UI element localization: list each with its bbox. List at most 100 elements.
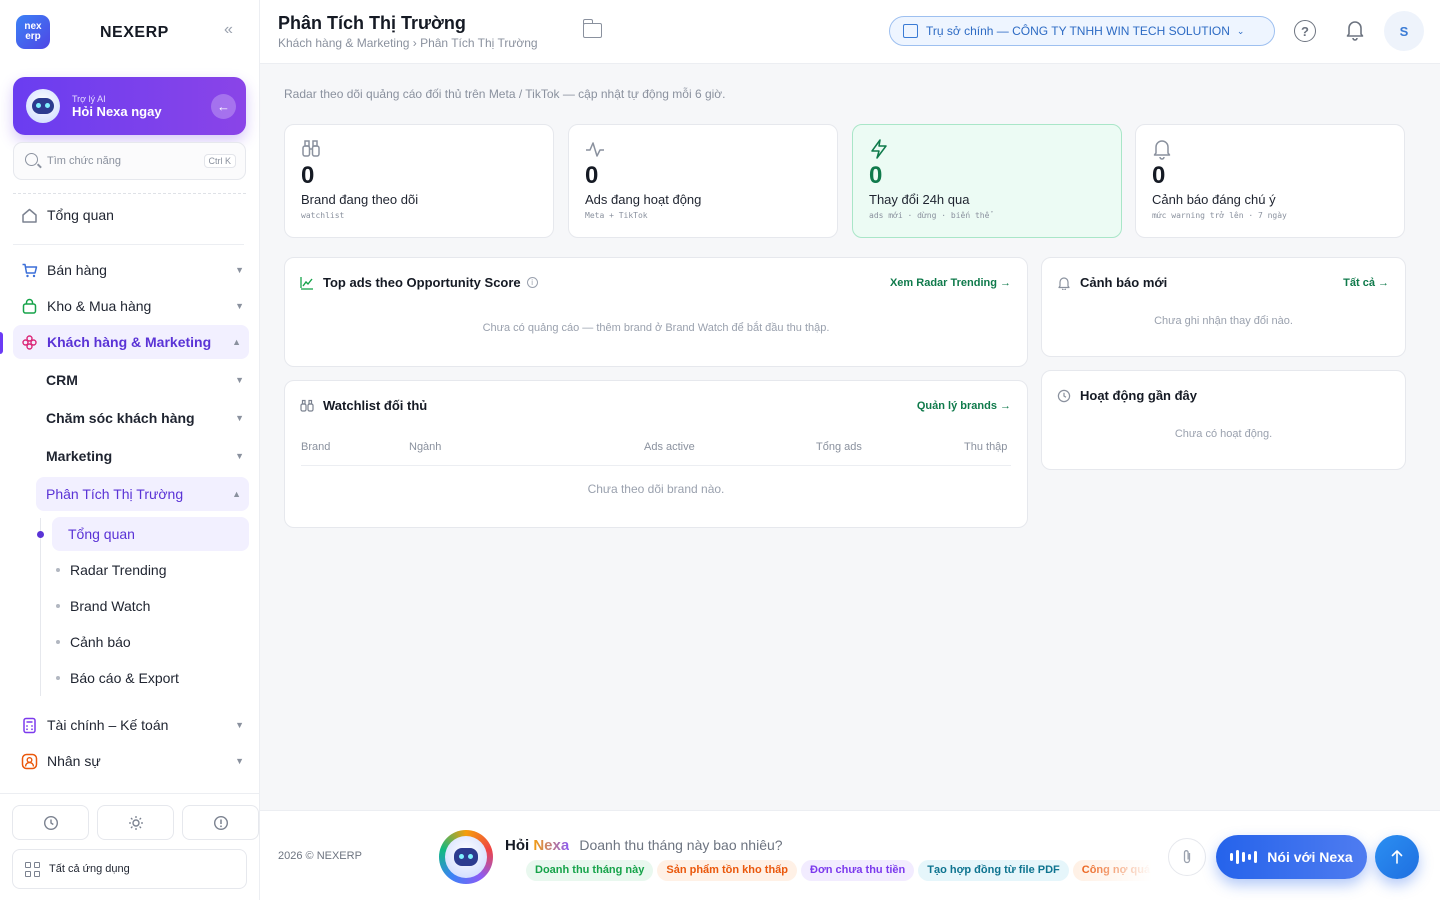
suggestion-chip[interactable]: Doanh thu tháng này [526,860,654,881]
stat-label: Thay đổi 24h qua [869,192,970,207]
radar-trending-link[interactable]: Xem Radar Trending → [890,277,1011,289]
sidebar-item-label: Cảnh báo [70,634,131,650]
ai-card-caption: Trợ lý AI [72,94,106,104]
sidebar-item-label: Brand Watch [70,598,151,614]
company-selector[interactable]: Trụ sở chính — CÔNG TY TNHH WIN TECH SOL… [889,16,1275,46]
ai-assistant-card[interactable]: Trợ lý AI Hỏi Nexa ngay ← [13,77,246,135]
sidebar-item-label: CRM [46,372,78,388]
sidebar-item-radar-trending[interactable]: Radar Trending [56,553,246,587]
report-issue-button[interactable] [182,805,259,840]
user-avatar[interactable]: S [1384,11,1424,51]
empty-state: Chưa ghi nhận thay đổi nào. [1154,315,1293,327]
paperclip-icon [1183,850,1191,864]
robot-avatar-icon [26,89,60,123]
column-header-total-ads[interactable]: Tổng ads [816,441,862,453]
sidebar-item-label: Marketing [46,448,113,464]
search-shortcut: Ctrl K [203,154,236,168]
stat-card-changes-24h: 0 Thay đổi 24h qua ads mới · dừng · biến… [852,124,1122,238]
chevron-down-icon: ▼ [235,720,244,730]
search-icon [25,153,38,166]
sidebar-item-sales[interactable]: Bán hàng ▼ [20,253,244,287]
suggestion-chip[interactable]: Sản phẩm tồn kho thấp [657,860,798,881]
info-icon[interactable]: i [526,277,538,288]
send-button[interactable] [1375,835,1419,879]
flower-icon [20,333,38,351]
all-apps-button[interactable]: Tất cả ứng dụng [12,849,247,889]
folder-icon[interactable] [582,19,602,38]
sidebar-item-customers-marketing[interactable]: Khách hàng & Marketing ▲ [13,325,249,359]
column-header-brand[interactable]: Brand [301,441,330,453]
cart-icon [20,261,38,279]
new-alerts-card: Cảnh báo mới Tất cả → Chưa ghi nhận thay… [1041,257,1406,357]
feature-search[interactable]: Tìm chức năng Ctrl K [13,142,246,180]
watchlist-card: Watchlist đối thủ Quản lý brands → Brand… [284,380,1028,528]
waveform-icon [1230,850,1258,864]
sidebar-item-label: Radar Trending [70,562,167,578]
bell-icon [1153,140,1171,160]
column-header-collected[interactable]: Thu thập [964,441,1007,453]
stat-value: 0 [585,162,599,189]
activity-icon [586,142,604,157]
arrow-left-icon[interactable]: ← [211,94,236,119]
robot-icon [454,848,478,866]
help-icon[interactable]: ? [1294,20,1316,42]
suggestion-chip[interactable]: Đơn chưa thu tiền [801,860,915,881]
person-icon [20,752,38,770]
sidebar-item-label: Nhân sự [47,753,101,769]
sidebar-item-label: Phân Tích Thị Trường [46,486,184,502]
alerts-title: Cảnh báo mới [1057,275,1167,290]
sidebar-item-brand-watch[interactable]: Brand Watch [56,589,246,623]
sidebar-item-overview[interactable]: Tổng quan [20,198,244,232]
sidebar-item-label: Bán hàng [47,262,107,278]
ask-input[interactable]: Hỏi Nexa Doanh thu tháng này bao nhiêu? [505,837,783,854]
suggestion-chips: Doanh thu tháng này Sản phẩm tồn kho thấp… [526,860,1152,884]
sidebar-item-market-analysis[interactable]: Phân Tích Thị Trường ▲ [36,477,249,511]
sidebar-item-finance[interactable]: Tài chính – Kế toán ▼ [20,708,244,742]
chevron-down-icon: ▼ [235,301,244,311]
manage-brands-link[interactable]: Quản lý brands → [917,400,1011,412]
sidebar-item-report-export[interactable]: Báo cáo & Export [56,661,246,695]
stat-value: 0 [1152,162,1166,189]
column-header-ads-active[interactable]: Ads active [644,441,695,453]
active-indicator [0,332,3,354]
collapse-sidebar-icon[interactable]: « [224,21,233,39]
stat-label: Brand đang theo dõi [301,192,419,207]
card-title: Cảnh báo mới [1080,275,1168,290]
sidebar-item-inventory[interactable]: Kho & Mua hàng ▼ [20,289,244,323]
nexa-avatar[interactable] [439,830,493,884]
column-header-industry[interactable]: Ngành [409,441,441,453]
binoculars-icon [302,140,320,157]
voice-button[interactable]: Nói với Nexa [1216,835,1367,879]
sidebar-item-label: Khách hàng & Marketing [47,334,212,350]
ask-prefix: Hỏi [505,837,530,854]
page-subtitle: Radar theo dõi quảng cáo đối thủ trên Me… [284,87,726,101]
divider [13,193,246,194]
sidebar-item-customer-care[interactable]: Chăm sóc khách hàng ▼ [46,401,244,435]
stat-note: watchlist [301,211,345,220]
building-icon [903,24,918,38]
attach-button[interactable] [1168,838,1206,876]
apps-grid-icon [25,861,40,877]
ask-nexa-bar: Hỏi Nexa Doanh thu tháng này bao nhiêu? … [430,824,1430,894]
suggestion-chip[interactable]: Tạo hợp đồng từ file PDF [918,860,1069,881]
sidebar-item-alerts[interactable]: Cảnh báo [56,625,246,659]
chevron-up-icon: ▲ [232,489,241,499]
suggestion-chip[interactable]: Công nợ quá hạn [1072,860,1152,881]
brand[interactable]: nex erp NEXERP [16,15,168,49]
theme-toggle-button[interactable] [97,805,174,840]
sidebar-item-market-overview[interactable]: Tổng quan [52,517,249,551]
bullet [56,568,60,572]
all-alerts-link[interactable]: Tất cả → [1343,277,1389,289]
stat-card-brands: 0 Brand đang theo dõi watchlist [284,124,554,238]
history-button[interactable] [12,805,89,840]
stat-note: mức warning trở lên · 7 ngày [1152,211,1287,220]
clock-icon [1057,389,1071,403]
sidebar-item-crm[interactable]: CRM ▼ [46,363,244,397]
sidebar-item-hr[interactable]: Nhân sự ▼ [20,744,244,778]
notification-bell-icon[interactable] [1345,19,1365,41]
chevron-up-icon: ▲ [232,337,241,347]
top-ads-card: Top ads theo Opportunity Score i Xem Rad… [284,257,1028,367]
sidebar-item-marketing[interactable]: Marketing ▼ [46,439,244,473]
stat-label: Ads đang hoạt động [585,192,702,207]
chevron-down-icon: ⌄ [1236,25,1245,36]
